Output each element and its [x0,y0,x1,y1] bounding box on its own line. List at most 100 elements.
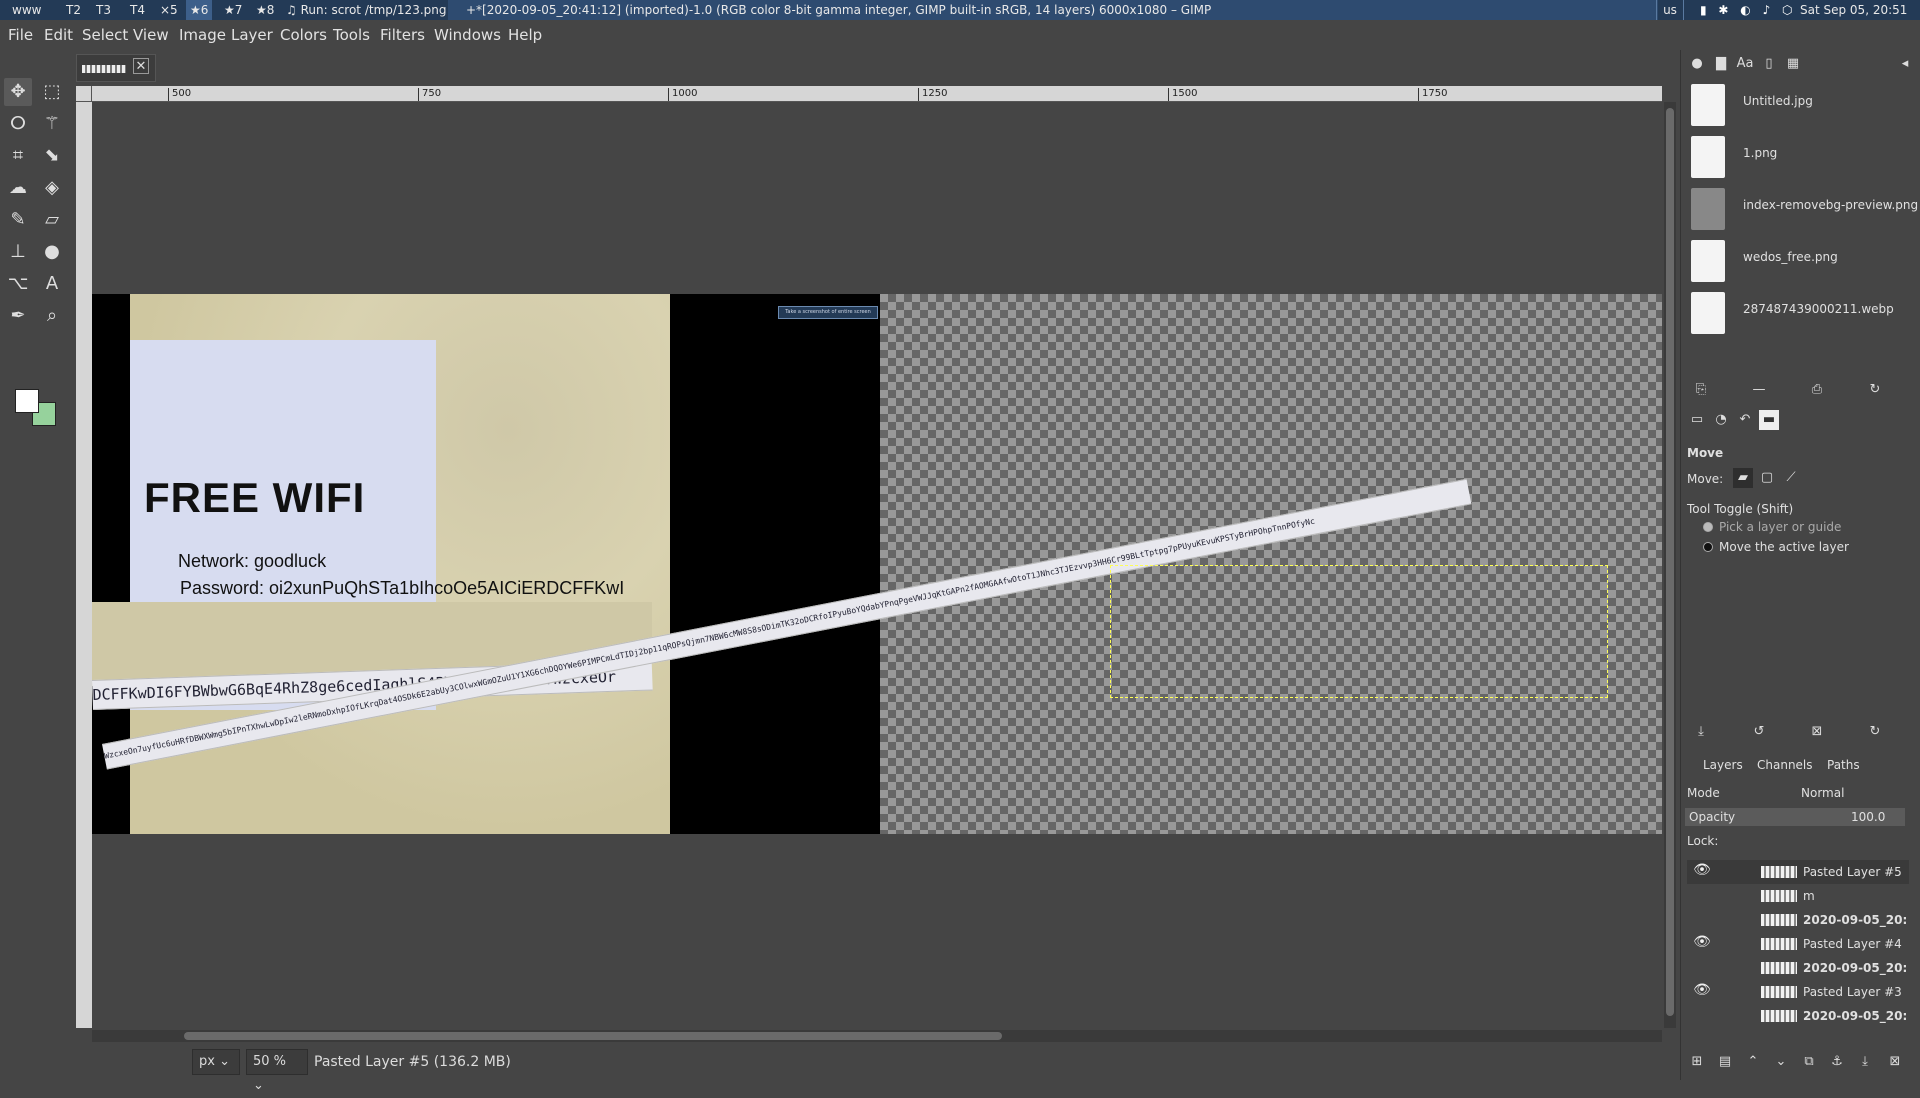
foreground-color[interactable] [15,389,39,413]
layer-row[interactable]: 👁 Pasted Layer #3 [1687,980,1909,1004]
device-status-tab-icon[interactable]: ◔ [1711,410,1731,430]
workspace-6[interactable]: ★6 [186,0,213,20]
workspace-7[interactable]: ★7 [220,0,246,20]
brush-tab-icon[interactable]: ● [1687,54,1707,74]
image-list-item[interactable]: index-removebg-preview.png [1687,182,1918,234]
image-list-item[interactable]: 287487439000211.webp [1687,286,1907,338]
menu-filters[interactable]: Filters [380,20,425,50]
new-group-icon[interactable]: ▤ [1715,1052,1735,1072]
image-list-item[interactable]: Untitled.jpg [1687,78,1907,130]
vertical-scrollbar[interactable] [1664,102,1676,1028]
paths-icon[interactable]: ⌥ [4,270,32,298]
image-list-item[interactable]: wedos_free.png [1687,234,1907,286]
menu-view[interactable]: View [133,20,169,50]
restore-preset-icon[interactable]: ↺ [1749,722,1769,742]
zoom-select[interactable]: 50 % ⌄ [246,1049,308,1093]
smudge-icon[interactable]: ● [38,238,66,266]
move-path-icon[interactable]: ⟋ [1781,468,1801,488]
menu-tools[interactable]: Tools [333,20,370,50]
workspace-t3[interactable]: T3 [92,0,115,20]
horizontal-ruler[interactable]: 500 750 1000 1250 1500 1750 2000 [92,86,1662,102]
undo-history-tab-icon[interactable]: ↶ [1735,410,1755,430]
menu-windows[interactable]: Windows [434,20,501,50]
layer-row[interactable]: 👁 Pasted Layer #5 [1687,860,1909,884]
menu-help[interactable]: Help [508,20,542,50]
clone-icon[interactable]: ⊥ [4,238,32,266]
document-tab-icon[interactable]: ▯ [1759,54,1779,74]
ruler-corner[interactable] [76,86,92,102]
pattern-tab-icon[interactable]: ▇ [1711,54,1731,74]
tab-channels[interactable]: Channels [1757,758,1813,772]
anchor-layer-icon[interactable]: ⚓ [1827,1052,1847,1072]
system-tray-icons[interactable]: ▮ ✱ ◐ ♪ ⬡ [1700,0,1798,20]
workspace-t4[interactable]: T4 [126,0,149,20]
eye-icon[interactable]: 👁 [1691,934,1713,954]
scroll-thumb[interactable] [184,1032,1002,1040]
images-tab-icon[interactable]: ▬ [1759,410,1779,430]
vertical-ruler[interactable] [76,102,92,1028]
menu-image[interactable]: Image [179,20,226,50]
warp-icon[interactable]: ☁ [4,174,32,202]
menu-file[interactable]: File [8,20,33,50]
layer-row[interactable]: m [1687,884,1909,908]
paintbrush-icon[interactable]: ✎ [4,206,32,234]
print-icon[interactable]: ⎙ [1807,380,1827,400]
menu-edit[interactable]: Edit [44,20,73,50]
move-layer-icon[interactable]: ▰ [1733,468,1753,488]
lower-layer-icon[interactable]: ⌄ [1771,1052,1791,1072]
transform-icon[interactable]: ⬊ [38,142,66,170]
lasso-icon[interactable]: ⵔ [4,110,32,138]
raise-layer-icon[interactable]: ⌃ [1743,1052,1763,1072]
font-tab-icon[interactable]: Aa [1735,54,1755,74]
layer-row[interactable]: 2020-09-05_20: [1687,956,1909,980]
open-image-icon[interactable]: ⎘ [1691,380,1711,400]
eye-icon[interactable]: 👁 [1691,862,1713,882]
horizontal-scrollbar[interactable] [92,1030,1662,1042]
delete-preset-icon[interactable]: ⊠ [1807,722,1827,742]
layer-row[interactable]: 2020-09-05_20: [1687,1004,1909,1028]
menu-colors[interactable]: Colors [280,20,327,50]
move-tool-icon[interactable]: ✥ [4,78,32,106]
grid-tab-icon[interactable]: ▦ [1783,54,1803,74]
workspace-5[interactable]: ×5 [156,0,182,20]
mode-select[interactable]: Normal [1801,786,1844,800]
reset-icon[interactable]: ↻ [1865,722,1885,742]
fuzzy-select-icon[interactable]: ⚚ [38,110,66,138]
panel-menu-icon[interactable]: ◂ [1895,54,1915,74]
delete-layer-icon[interactable]: ⊠ [1885,1052,1905,1072]
radio-move-active[interactable] [1703,542,1713,552]
image-list-item[interactable]: 1.png [1687,130,1907,182]
bucket-fill-icon[interactable]: ◈ [38,174,66,202]
move-selection-icon[interactable]: ▢ [1757,468,1777,488]
eye-icon[interactable]: 👁 [1691,982,1713,1002]
color-picker-icon[interactable]: ✒ [4,302,32,330]
menu-select[interactable]: Select [82,20,128,50]
crop-icon[interactable]: ⌗ [4,142,32,170]
duplicate-layer-icon[interactable]: ⧉ [1799,1052,1819,1072]
workspace-8[interactable]: ★8 [252,0,278,20]
refresh-icon[interactable]: ↻ [1865,380,1885,400]
layer-row[interactable]: 2020-09-05_20: [1687,908,1909,932]
merge-down-icon[interactable]: ⤓ [1855,1052,1875,1072]
radio-pick-layer[interactable] [1703,522,1713,532]
new-layer-icon[interactable]: ⊞ [1687,1052,1707,1072]
tab-paths[interactable]: Paths [1827,758,1860,772]
menu-layer[interactable]: Layer [231,20,273,50]
workspace-www[interactable]: www [8,0,45,20]
image-canvas[interactable]: FREE WIFI Network: goodluck Password: oi… [92,294,1662,834]
rect-select-icon[interactable]: ⬚ [38,78,66,106]
tool-options-tab-icon[interactable]: ▭ [1687,410,1707,430]
close-icon[interactable]: ✕ [133,58,149,74]
keyboard-layout[interactable]: us [1656,0,1684,20]
save-preset-icon[interactable]: ⤓ [1691,722,1711,742]
eraser-icon[interactable]: ▱ [38,206,66,234]
unit-select[interactable]: px ⌄ [192,1049,240,1075]
remove-icon[interactable]: — [1749,380,1769,400]
image-tab[interactable]: ✕ [76,54,156,82]
tab-layers[interactable]: Layers [1703,758,1743,772]
workspace-t2[interactable]: T2 [62,0,85,20]
text-icon[interactable]: A [38,270,66,298]
layer-row[interactable]: 👁 Pasted Layer #4 [1687,932,1909,956]
zoom-icon[interactable]: ⌕ [38,302,66,330]
scroll-thumb[interactable] [1666,108,1674,1016]
